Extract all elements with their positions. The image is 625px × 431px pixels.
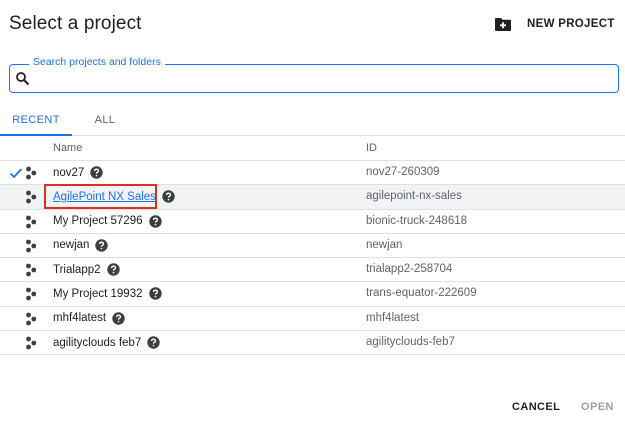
help-circle-icon[interactable] [106,263,120,276]
open-button[interactable]: OPEN [581,401,614,413]
project-name: My Project 19932 [53,287,162,301]
search-icon [15,71,31,87]
project-tabs: RECENT ALL [0,108,625,136]
search-label: Search projects and folders [29,56,165,68]
search-field[interactable]: Search projects and folders [9,56,619,93]
project-name: Trialapp2 [53,263,120,276]
table-body: nov27 nov27-260309 AgilePoint NX Sales agil… [0,161,625,356]
column-header-id: ID [366,142,377,154]
table-row[interactable]: My Project 19932 trans-equator-222609 [0,282,625,307]
column-header-name: Name [53,142,83,154]
tab-all[interactable]: ALL [72,108,138,136]
project-name-text: nov27 [53,166,85,179]
project-name-text: mhf4latest [53,312,107,325]
help-circle-icon[interactable] [112,312,125,325]
help-circle-icon[interactable] [90,166,104,179]
project-id: agilepoint-nx-sales [366,190,462,203]
project-id: newjan [366,238,403,251]
projects-table: Name ID nov27 nov27-260309 AgilePoint NX S… [0,136,625,356]
table-row[interactable]: nov27 nov27-260309 [0,161,625,186]
project-name-text: agilityclouds feb7 [53,336,142,349]
project-name-link[interactable]: AgilePoint NX Sales [53,191,156,203]
project-hierarchy-icon [25,287,37,301]
project-name: newjan [53,239,109,252]
project-name: mhf4latest [53,312,125,325]
project-hierarchy-icon [25,215,37,229]
project-name: My Project 57296 [53,214,162,228]
help-circle-icon[interactable] [162,190,175,203]
project-id: trialapp2-258704 [366,263,453,276]
dialog-footer: CANCEL OPEN [0,395,625,425]
project-id: bionic-truck-248618 [366,214,468,227]
project-name-text: Trialapp2 [53,263,101,276]
project-hierarchy-icon [25,263,37,277]
table-row[interactable]: My Project 57296 bionic-truck-248618 [0,210,625,234]
project-name-text: My Project 19932 [53,287,143,300]
help-circle-icon[interactable] [147,336,160,349]
help-circle-icon[interactable] [148,287,162,301]
search-input[interactable] [36,68,606,88]
project-hierarchy-icon [25,166,37,180]
table-row[interactable]: newjan newjan [0,234,625,259]
project-hierarchy-icon [25,312,37,326]
project-id: trans-equator-222609 [366,287,477,300]
help-circle-icon[interactable] [95,239,109,252]
project-hierarchy-icon [25,336,37,350]
table-header: Name ID [0,136,625,161]
new-project-button[interactable]: NEW PROJECT [486,8,625,40]
table-row[interactable]: agilityclouds feb7 agilityclouds-feb7 [0,331,625,356]
project-id: nov27-260309 [366,166,440,178]
table-row[interactable]: Trialapp2 trialapp2-258704 [0,258,625,283]
project-name-text: newjan [53,239,90,252]
check-icon [9,166,23,180]
dialog-title: Select a project [9,13,142,34]
table-row[interactable]: mhf4latest mhf4latest [0,307,625,332]
project-name: agilityclouds feb7 [53,336,160,349]
table-row[interactable]: AgilePoint NX Sales agilepoint-nx-sales [0,184,625,210]
folder-add-icon [492,15,514,33]
dialog-header: Select a project NEW PROJECT [0,0,625,50]
tab-recent[interactable]: RECENT [0,108,72,136]
new-project-label: NEW PROJECT [527,18,615,30]
cancel-button[interactable]: CANCEL [512,401,560,413]
project-name-text: My Project 57296 [53,215,143,228]
help-circle-icon[interactable] [148,214,162,228]
project-hierarchy-icon [25,239,37,253]
project-name: nov27 [53,166,104,179]
project-name: AgilePoint NX Sales [53,190,175,203]
project-id: mhf4latest [366,311,420,324]
project-hierarchy-icon [25,190,37,204]
project-id: agilityclouds-feb7 [366,336,455,349]
